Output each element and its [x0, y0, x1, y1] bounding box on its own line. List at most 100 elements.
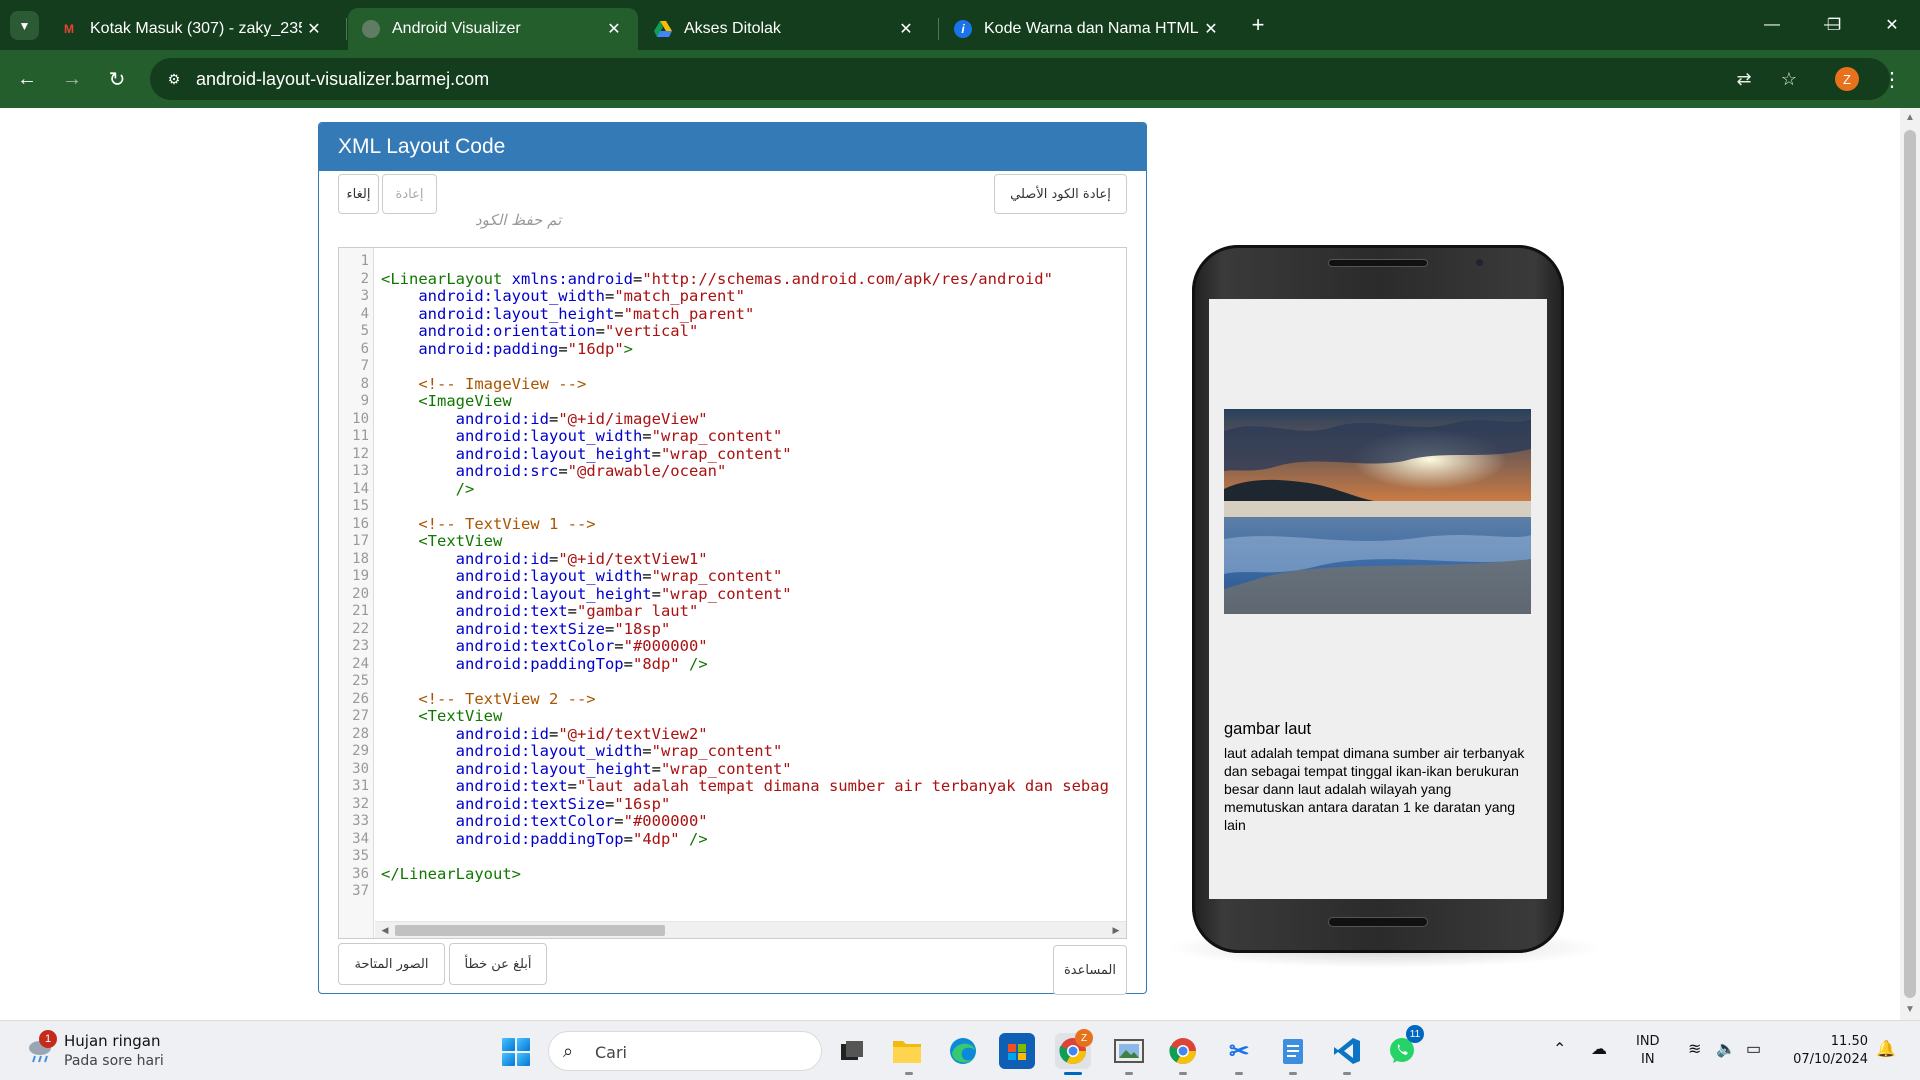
code-line[interactable]: android:padding="16dp">: [381, 340, 633, 359]
code-line[interactable]: android:id="@+id/textView1": [381, 550, 708, 569]
horizontal-scrollbar[interactable]: ◀ ▶: [375, 921, 1126, 938]
image-viewer-icon[interactable]: [1111, 1033, 1147, 1069]
code-line[interactable]: android:layout_width="wrap_content": [381, 567, 783, 586]
code-token: "@+id/textView2": [558, 724, 708, 743]
microsoft-store-icon[interactable]: [999, 1033, 1035, 1069]
tab-gmail[interactable]: M Kotak Masuk (307) - zaky_2351( ✕: [46, 8, 338, 50]
xml-editor-panel: XML Layout Code إلغاء إعادة تم حفظ الكود…: [318, 122, 1147, 995]
windows-start-icon[interactable]: [502, 1038, 530, 1066]
cancel-button[interactable]: إلغاء: [338, 174, 379, 214]
bookmark-star-icon[interactable]: ☆: [1777, 67, 1801, 91]
show-hidden-icons-icon[interactable]: ⌃: [1553, 1039, 1566, 1059]
redo-button[interactable]: إعادة: [382, 174, 437, 214]
code-line[interactable]: <TextView: [381, 532, 502, 551]
system-clock[interactable]: 11.50 07/10/2024: [1782, 1033, 1868, 1069]
translate-icon[interactable]: ⇄: [1732, 67, 1756, 91]
battery-icon[interactable]: ▭: [1746, 1039, 1761, 1059]
available-images-button[interactable]: الصور المتاحة: [338, 943, 445, 985]
input-language[interactable]: IND IN: [1636, 1033, 1660, 1069]
line-number: 8: [360, 375, 369, 392]
scroll-right-arrow-icon[interactable]: ▶: [1111, 925, 1121, 935]
code-line[interactable]: android:paddingTop="8dp" />: [381, 655, 708, 674]
scroll-left-arrow-icon[interactable]: ◀: [380, 925, 390, 935]
vscode-icon[interactable]: [1329, 1033, 1365, 1069]
page-scroll-thumb[interactable]: [1904, 130, 1916, 998]
restore-icon[interactable]: ❐: [1814, 10, 1854, 40]
volume-icon[interactable]: 🔈: [1716, 1039, 1736, 1059]
horizontal-scroll-thumb[interactable]: [395, 925, 665, 936]
tab-search-button[interactable]: ▼: [10, 11, 39, 40]
edge-browser-icon[interactable]: [945, 1033, 981, 1069]
close-tab-icon[interactable]: ✕: [302, 19, 326, 39]
forward-arrow-icon[interactable]: →: [57, 64, 87, 94]
code-line[interactable]: <!-- ImageView -->: [381, 375, 586, 394]
code-line[interactable]: <LinearLayout xmlns:android="http://sche…: [381, 270, 1053, 289]
file-explorer-icon[interactable]: [889, 1033, 925, 1069]
code-line[interactable]: android:paddingTop="4dp" />: [381, 830, 708, 849]
back-arrow-icon[interactable]: ←: [12, 64, 42, 94]
code-line[interactable]: <!-- TextView 2 -->: [381, 690, 595, 709]
wifi-icon[interactable]: ≋: [1688, 1039, 1701, 1059]
chrome-profile-icon[interactable]: [1165, 1033, 1201, 1069]
code-line[interactable]: <ImageView: [381, 392, 511, 411]
code-token: android:layout_height: [455, 444, 652, 463]
close-tab-icon[interactable]: ✕: [602, 19, 626, 39]
code-line[interactable]: android:id="@+id/imageView": [381, 410, 708, 429]
code-line[interactable]: android:layout_height="wrap_content": [381, 585, 792, 604]
close-tab-icon[interactable]: ✕: [1199, 19, 1223, 39]
code-line[interactable]: android:textSize="16sp": [381, 795, 671, 814]
browser-menu-icon[interactable]: ⋮: [1882, 64, 1902, 94]
weather-title[interactable]: Hujan ringan: [64, 1032, 160, 1050]
code-line[interactable]: android:layout_width="wrap_content": [381, 427, 783, 446]
code-line[interactable]: android:textSize="18sp": [381, 620, 671, 639]
reload-icon[interactable]: ↻: [102, 64, 132, 94]
url-text[interactable]: android-layout-visualizer.barmej.com: [196, 69, 489, 90]
site-info-icon[interactable]: ⚙: [162, 67, 186, 91]
profile-avatar[interactable]: Z: [1835, 67, 1859, 91]
code-line[interactable]: />: [381, 480, 475, 499]
code-line[interactable]: android:id="@+id/textView2": [381, 724, 708, 744]
scroll-down-arrow-icon[interactable]: ▼: [1905, 1005, 1915, 1015]
notepad-icon[interactable]: [1275, 1033, 1311, 1069]
notifications-icon[interactable]: 🔔: [1876, 1039, 1896, 1059]
reset-original-code-button[interactable]: إعادة الكود الأصلي: [994, 174, 1127, 214]
code-line[interactable]: android:src="@drawable/ocean": [381, 462, 727, 481]
snipping-tool-icon[interactable]: ✂: [1221, 1033, 1257, 1069]
tab-android-visualizer[interactable]: Android Visualizer ✕: [348, 8, 638, 50]
code-line[interactable]: android:layout_height="wrap_content": [381, 444, 792, 464]
tab-akses-ditolak[interactable]: Akses Ditolak ✕: [640, 8, 930, 50]
code-line[interactable]: android:layout_height="match_parent": [381, 305, 754, 324]
new-tab-button[interactable]: +: [1244, 11, 1272, 39]
scroll-up-arrow-icon[interactable]: ▲: [1905, 113, 1915, 123]
code-line[interactable]: android:layout_width="match_parent": [381, 287, 745, 306]
tab-kode-warna[interactable]: i Kode Warna dan Nama HTML ✕: [940, 8, 1235, 50]
code-line[interactable]: android:text="laut adalah tempat dimana …: [381, 777, 1109, 796]
code-editor[interactable]: 1 2 3 4 5 6 7 8 9 10 11 12 13 14 15 16 17 18 19 20 21 22 23 24 2…: [338, 247, 1127, 939]
code-line[interactable]: android:text="gambar laut": [381, 602, 699, 621]
close-tab-icon[interactable]: ✕: [894, 19, 918, 39]
onedrive-icon[interactable]: ☁: [1591, 1039, 1607, 1059]
code-line[interactable]: android:textColor="#000000": [381, 637, 708, 656]
page-scrollbar[interactable]: ▲ ▼: [1900, 108, 1920, 1020]
help-button[interactable]: المساعدة: [1053, 945, 1127, 995]
address-bar[interactable]: ⚙ android-layout-visualizer.barmej.com ⇄…: [150, 58, 1890, 100]
code-line[interactable]: android:layout_height="wrap_content": [381, 760, 792, 779]
task-view-icon[interactable]: [834, 1033, 870, 1069]
code-line[interactable]: <!-- TextView 1 -->: [381, 515, 595, 534]
taskbar-search-box[interactable]: ⌕ Cari: [548, 1031, 822, 1071]
minimize-icon[interactable]: —: [1752, 10, 1792, 40]
code-line[interactable]: android:orientation="vertical": [381, 322, 698, 341]
close-window-icon[interactable]: ✕: [1872, 10, 1912, 40]
weather-subtitle[interactable]: Pada sore hari: [64, 1053, 164, 1069]
code-line[interactable]: <TextView: [381, 707, 502, 726]
code-area[interactable]: <LinearLayout xmlns:android="http://sche…: [381, 253, 1121, 913]
code-line[interactable]: </LinearLayout>: [381, 865, 521, 884]
report-error-button[interactable]: أبلغ عن خطأ: [449, 943, 547, 985]
code-line[interactable]: android:textColor="#000000": [381, 812, 708, 831]
code-line[interactable]: android:layout_width="wrap_content": [381, 742, 783, 761]
